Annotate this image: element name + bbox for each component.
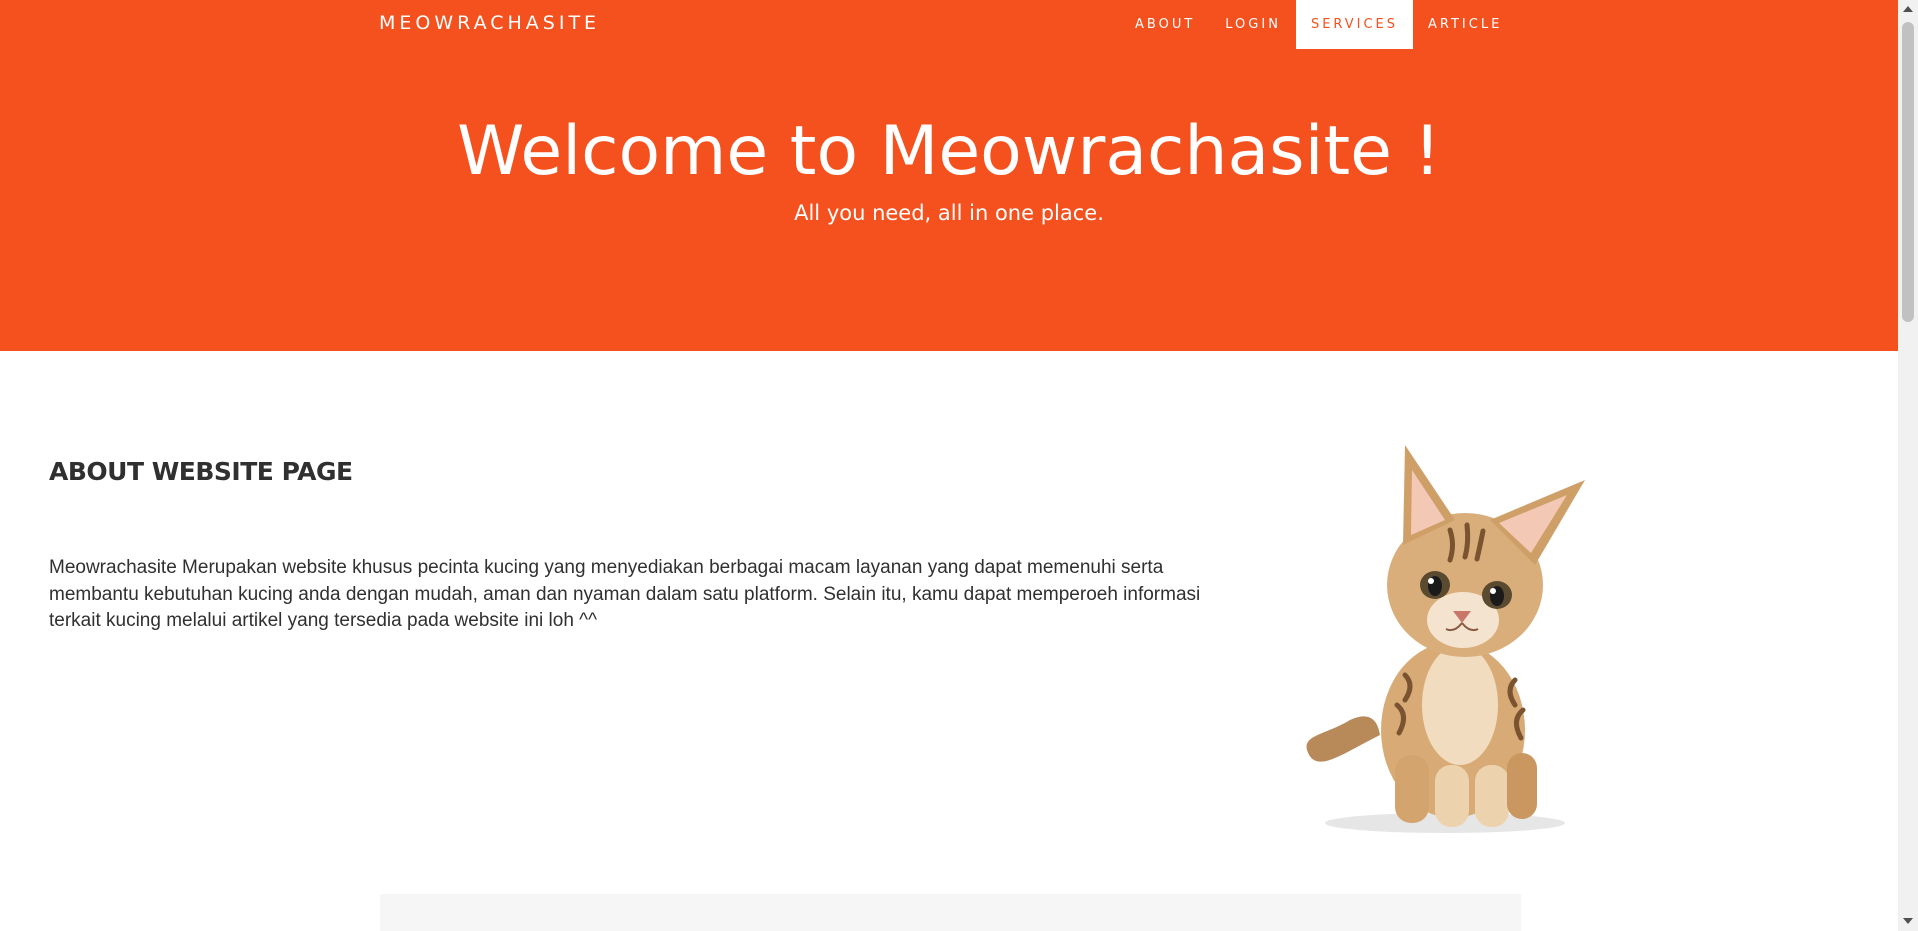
nav-item-article[interactable]: ARTICLE xyxy=(1413,0,1517,49)
hero-banner: MEOWRACHASITE ABOUT LOGIN SERVICES ARTIC… xyxy=(0,0,1898,351)
page-scrollbar[interactable] xyxy=(1898,0,1918,931)
hero-subtitle: All you need, all in one place. xyxy=(794,201,1104,225)
hero-title: Welcome to Meowrachasite ! xyxy=(457,112,1441,191)
content-panel xyxy=(380,894,1521,931)
nav-item-login[interactable]: LOGIN xyxy=(1210,0,1296,49)
page: MEOWRACHASITE ABOUT LOGIN SERVICES ARTIC… xyxy=(0,0,1898,931)
kitten-image xyxy=(1306,445,1585,833)
about-description: Meowrachasite Merupakan website khusus p… xyxy=(49,557,1201,631)
main-nav: ABOUT LOGIN SERVICES ARTICLE xyxy=(1120,0,1517,49)
about-heading: ABOUT WEBSITE PAGE xyxy=(49,457,353,486)
brand-logo-link[interactable]: MEOWRACHASITE xyxy=(379,12,600,34)
scrollbar-thumb[interactable] xyxy=(1902,22,1914,322)
nav-item-services[interactable]: SERVICES xyxy=(1295,0,1413,49)
scroll-up-arrow-icon[interactable] xyxy=(1903,6,1913,12)
nav-item-about[interactable]: ABOUT xyxy=(1120,0,1210,49)
scroll-down-arrow-icon[interactable] xyxy=(1903,918,1913,924)
